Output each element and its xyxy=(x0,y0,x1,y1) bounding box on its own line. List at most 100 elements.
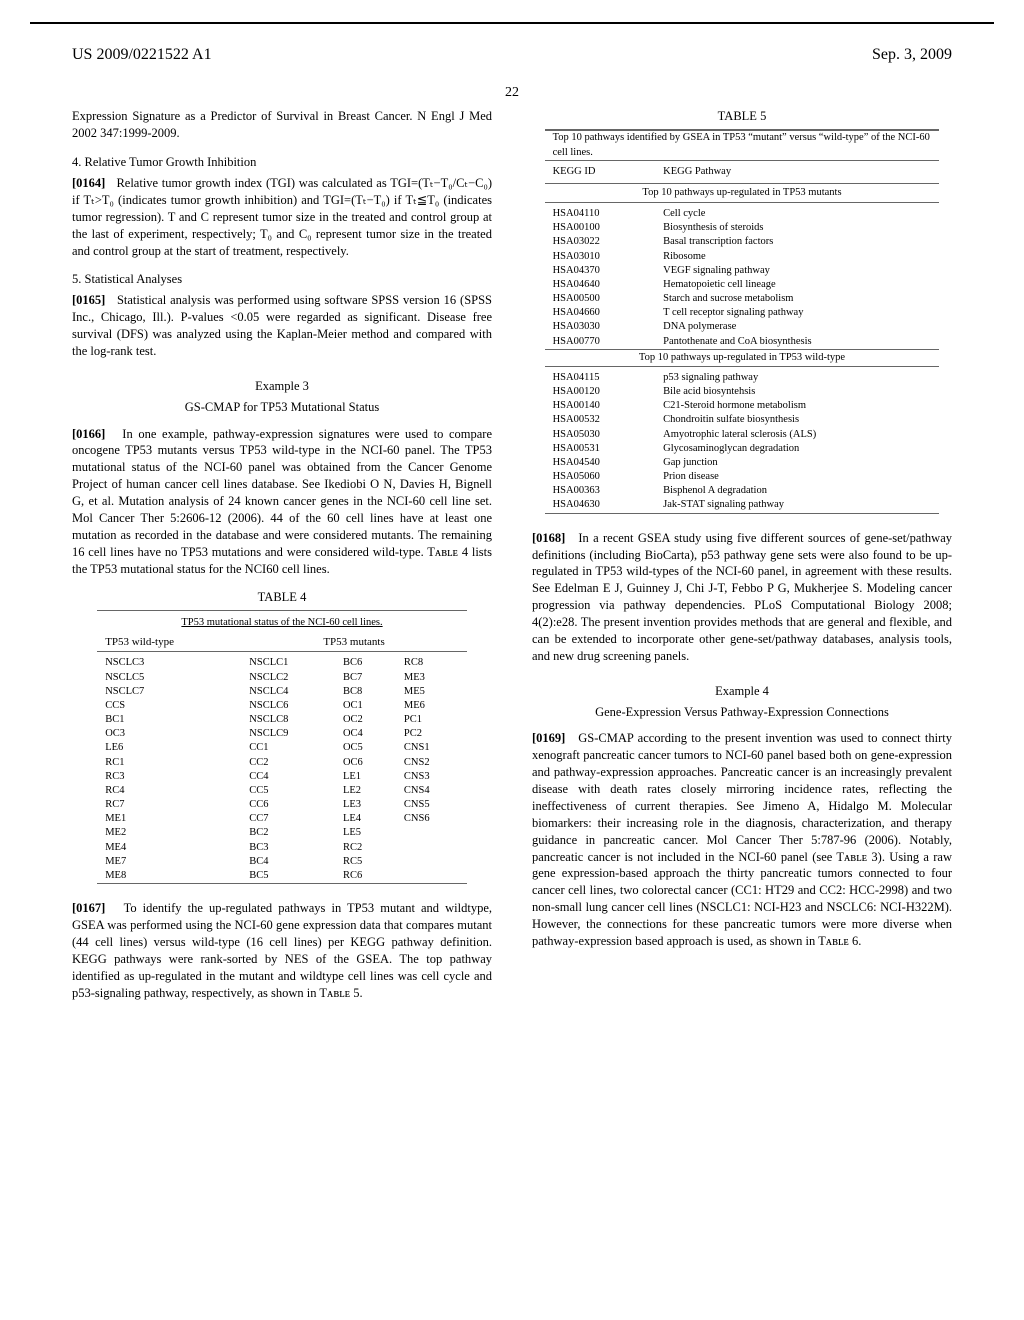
table-row: ME1CC7LE4CNS6 xyxy=(97,812,467,826)
table-cell xyxy=(396,855,467,869)
table-cell: HSA00100 xyxy=(545,221,656,235)
table-cell: RC2 xyxy=(335,841,396,855)
table-cell: Basal transcription factors xyxy=(655,235,939,249)
table-cell: RC8 xyxy=(396,656,467,670)
table-cell: ME2 xyxy=(97,826,241,840)
para-number: [0165] xyxy=(72,293,105,307)
table-cell: ME3 xyxy=(396,671,467,685)
patent-number: US 2009/0221522 A1 xyxy=(72,44,212,66)
table-row: RC3CC4LE1CNS3 xyxy=(97,770,467,784)
table-row: OC3NSCLC9OC4PC2 xyxy=(97,727,467,741)
table-cell: Amyotrophic lateral sclerosis (ALS) xyxy=(655,428,939,442)
paragraph-0168: [0168] In a recent GSEA study using five… xyxy=(532,530,952,665)
table-cell: NSCLC1 xyxy=(241,656,335,670)
table-cell: HSA00532 xyxy=(545,413,656,427)
table-cell: HSA00140 xyxy=(545,399,656,413)
table-5: Top 10 pathways identified by GSEA in TP… xyxy=(545,129,940,515)
table-cell: CC5 xyxy=(241,784,335,798)
table-row: HSA03030DNA polymerase xyxy=(545,320,940,334)
table-row: RC7CC6LE3CNS5 xyxy=(97,798,467,812)
table-row: ME7BC4RC5 xyxy=(97,855,467,869)
para-text: Statistical analysis was performed using… xyxy=(72,293,492,358)
table-cell: CNS4 xyxy=(396,784,467,798)
table-cell: CC7 xyxy=(241,812,335,826)
table-cell: NSCLC9 xyxy=(241,727,335,741)
table-cell: CNS3 xyxy=(396,770,467,784)
table-cell: HSA00363 xyxy=(545,484,656,498)
table-row: HSA04640Hematopoietic cell lineage xyxy=(545,278,940,292)
table-row: CCSNSCLC6OC1ME6 xyxy=(97,699,467,713)
table-cell: HSA04115 xyxy=(545,371,656,385)
table-row: HSA00120Bile acid biosyntehsis xyxy=(545,385,940,399)
table-row: RC1CC2OC6CNS2 xyxy=(97,756,467,770)
table-row: ME8BC5RC6 xyxy=(97,869,467,884)
intro-tail: Expression Signature as a Predictor of S… xyxy=(72,108,492,142)
table-cell: HSA04370 xyxy=(545,264,656,278)
table-4: TP53 mutational status of the NCI-60 cel… xyxy=(97,610,467,886)
table-cell: VEGF signaling pathway xyxy=(655,264,939,278)
page-number: 22 xyxy=(72,84,952,103)
table-cell: BC8 xyxy=(335,685,396,699)
table-cell: OC4 xyxy=(335,727,396,741)
table-cell: HSA04630 xyxy=(545,498,656,513)
table-4-h1: TP53 wild-type xyxy=(97,633,241,652)
table-cell: BC5 xyxy=(241,869,335,884)
table-cell: LE1 xyxy=(335,770,396,784)
table-cell: Pantothenate and CoA biosynthesis xyxy=(655,335,939,350)
table-row: RC4CC5LE2CNS4 xyxy=(97,784,467,798)
table-cell: HSA04540 xyxy=(545,456,656,470)
table-cell: BC1 xyxy=(97,713,241,727)
para-number: [0169] xyxy=(532,731,565,745)
table-cell: LE5 xyxy=(335,826,396,840)
table-cell: BC7 xyxy=(335,671,396,685)
para-text: In one example, pathway-expression signa… xyxy=(72,427,492,576)
table-cell: LE6 xyxy=(97,741,241,755)
table-cell: ME8 xyxy=(97,869,241,884)
table-cell: LE3 xyxy=(335,798,396,812)
table-row: HSA05030Amyotrophic lateral sclerosis (A… xyxy=(545,428,940,442)
table-cell: OC5 xyxy=(335,741,396,755)
table-cell: PC2 xyxy=(396,727,467,741)
table-5-title: Top 10 pathways identified by GSEA in TP… xyxy=(545,130,940,160)
table-cell: CC6 xyxy=(241,798,335,812)
table-row: HSA03010Ribosome xyxy=(545,250,940,264)
table-cell: HSA03030 xyxy=(545,320,656,334)
example-3-label: Example 3 xyxy=(72,378,492,395)
table-5-sub-mutants: Top 10 pathways up-regulated in TP53 mut… xyxy=(545,183,940,202)
para-text: GS-CMAP according to the present inventi… xyxy=(532,731,952,948)
para-number: [0166] xyxy=(72,427,105,441)
para-text: To identify the up-regulated pathways in… xyxy=(72,901,492,999)
table-cell: C21-Steroid hormone metabolism xyxy=(655,399,939,413)
table-cell: PC1 xyxy=(396,713,467,727)
table-cell: HSA04110 xyxy=(545,207,656,221)
table-row: HSA00140C21-Steroid hormone metabolism xyxy=(545,399,940,413)
table-cell: OC6 xyxy=(335,756,396,770)
table-row: HSA00531Glycosaminoglycan degradation xyxy=(545,442,940,456)
table-cell: HSA03010 xyxy=(545,250,656,264)
table-row: HSA04110Cell cycle xyxy=(545,207,940,221)
table-cell: CNS2 xyxy=(396,756,467,770)
publication-date: Sep. 3, 2009 xyxy=(872,44,952,66)
table-cell: HSA00120 xyxy=(545,385,656,399)
table-cell: HSA00770 xyxy=(545,335,656,350)
table-row: HSA04630Jak-STAT signaling pathway xyxy=(545,498,940,513)
table-cell: CNS6 xyxy=(396,812,467,826)
table-cell: LE2 xyxy=(335,784,396,798)
table-cell: ME1 xyxy=(97,812,241,826)
table-cell: CC2 xyxy=(241,756,335,770)
table-4-h2: TP53 mutants xyxy=(241,633,467,652)
table-cell: Bisphenol A degradation xyxy=(655,484,939,498)
table-cell: NSCLC6 xyxy=(241,699,335,713)
table-cell: Hematopoietic cell lineage xyxy=(655,278,939,292)
table-cell: NSCLC8 xyxy=(241,713,335,727)
table-row: HSA04370VEGF signaling pathway xyxy=(545,264,940,278)
table-4-subtitle: TP53 mutational status of the NCI-60 cel… xyxy=(97,614,467,632)
table-cell: p53 signaling pathway xyxy=(655,371,939,385)
table-cell: T cell receptor signaling pathway xyxy=(655,306,939,320)
table-cell: HSA05060 xyxy=(545,470,656,484)
table-cell: NSCLC2 xyxy=(241,671,335,685)
table-cell: HSA04640 xyxy=(545,278,656,292)
table-cell: Starch and sucrose metabolism xyxy=(655,292,939,306)
table-row: LE6CC1OC5CNS1 xyxy=(97,741,467,755)
table-row: HSA04660T cell receptor signaling pathwa… xyxy=(545,306,940,320)
